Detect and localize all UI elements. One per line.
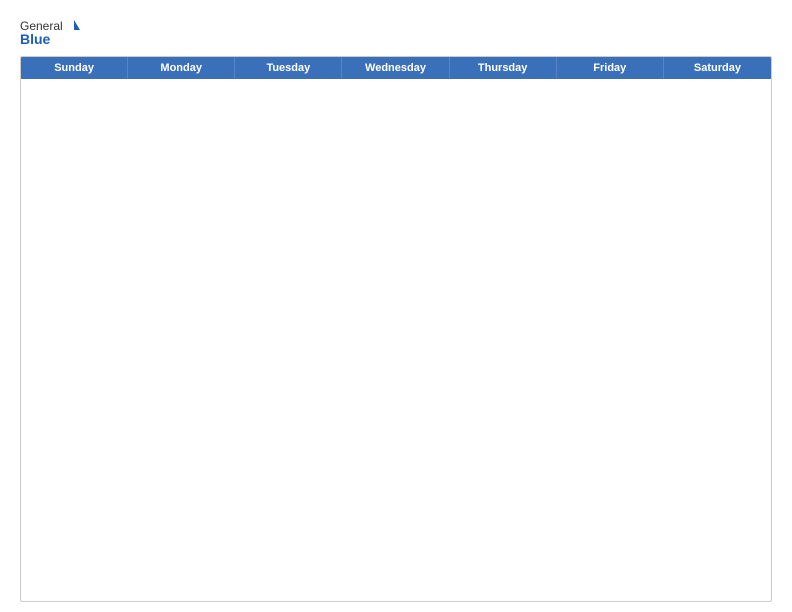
header-day-monday: Monday [128, 57, 235, 79]
calendar: SundayMondayTuesdayWednesdayThursdayFrid… [20, 56, 772, 602]
logo: General Blue [20, 16, 80, 52]
calendar-header: SundayMondayTuesdayWednesdayThursdayFrid… [21, 57, 771, 79]
header-day-friday: Friday [557, 57, 664, 79]
header-day-tuesday: Tuesday [235, 57, 342, 79]
header-day-wednesday: Wednesday [342, 57, 449, 79]
calendar-body [21, 79, 771, 601]
header-day-saturday: Saturday [664, 57, 771, 79]
svg-text:Blue: Blue [20, 31, 51, 47]
header-day-sunday: Sunday [21, 57, 128, 79]
page-header: General Blue [20, 16, 772, 52]
logo-svg: General Blue [20, 16, 80, 52]
header-day-thursday: Thursday [450, 57, 557, 79]
calendar-page: General Blue SundayMondayTuesdayWednesda… [0, 0, 792, 612]
